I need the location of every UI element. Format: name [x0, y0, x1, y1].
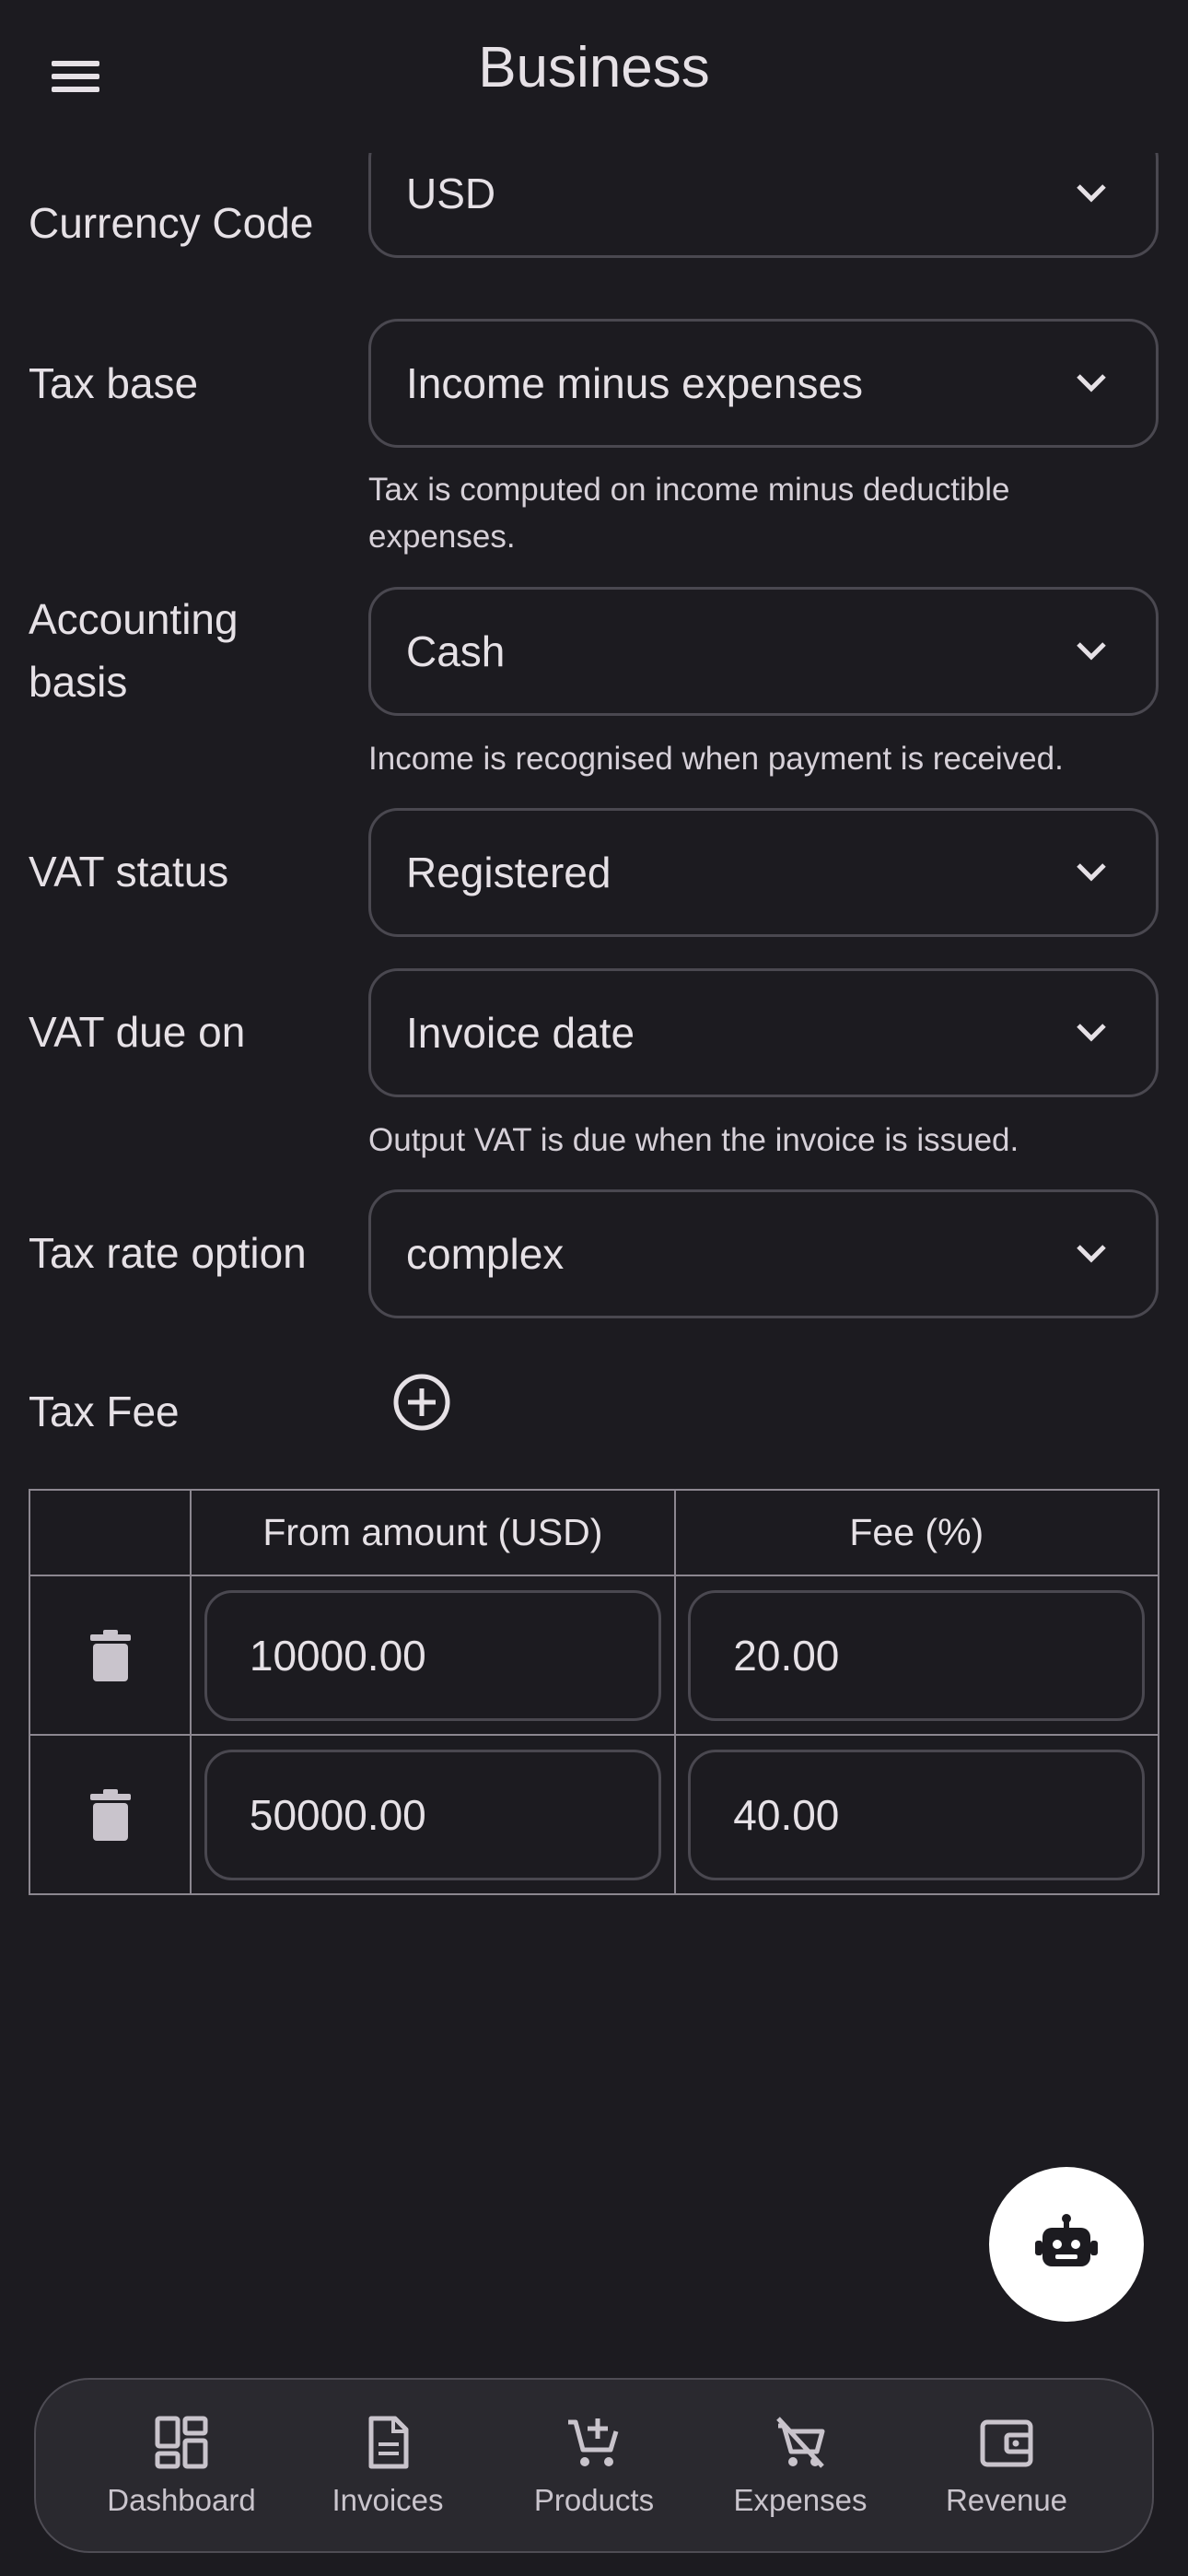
chevron-down-icon [1077, 1024, 1106, 1042]
tax-base-label: Tax base [29, 359, 199, 407]
nav-label-invoices: Invoices [332, 2483, 444, 2517]
accounting-basis-helper: Income is recognised when payment is rec… [368, 741, 1064, 777]
robot-icon [1035, 2214, 1098, 2266]
vat-status-select[interactable]: Registered [368, 808, 1159, 937]
fee-input[interactable]: 40.00 [688, 1749, 1146, 1880]
chevron-down-icon [1077, 1245, 1106, 1263]
nav-label-products: Products [533, 2483, 655, 2517]
nav-item-expenses[interactable]: Expenses [708, 2380, 892, 2551]
nav-item-dashboard[interactable]: Dashboard [89, 2380, 274, 2551]
wallet-icon [980, 2419, 1033, 2467]
settings-form: Currency Code USD Tax base Income minus … [0, 153, 1188, 2364]
nav-item-revenue[interactable]: Revenue [914, 2380, 1099, 2551]
accounting-basis-select[interactable]: Cash [368, 587, 1159, 716]
tax-rate-option-select[interactable]: complex [368, 1189, 1159, 1318]
tax-base-helper: Tax is computed on income minus deductib… [368, 472, 1010, 555]
accounting-basis-value: Cash [406, 627, 506, 675]
dashboard-icon [155, 2416, 208, 2469]
tax-rate-option-value: complex [406, 1230, 565, 1278]
invoice-icon [368, 2416, 409, 2469]
app-bar: Business [0, 0, 1188, 153]
column-header-from-amount: From amount (USD) [190, 1489, 676, 1576]
chevron-down-icon [1077, 863, 1106, 882]
chevron-down-icon [1077, 184, 1106, 203]
currency-code-value: USD [406, 170, 496, 217]
column-header-fee: Fee (%) [673, 1489, 1160, 1576]
tax-base-select[interactable]: Income minus expenses [368, 319, 1159, 448]
add-cart-icon [568, 2418, 619, 2466]
fee-cell: 40.00 [673, 1734, 1160, 1895]
fee-value: 40.00 [733, 1790, 840, 1839]
currency-code-label: Currency Code [29, 199, 314, 247]
chevron-down-icon [1077, 642, 1106, 661]
from-amount-value: 50000.00 [249, 1790, 426, 1839]
table-row: 50000.00 40.00 [28, 1734, 1160, 1895]
add-tax-fee-button[interactable] [392, 1373, 451, 1432]
from-amount-cell: 10000.00 [190, 1575, 676, 1736]
bottom-navigation: Dashboard Invoices Products Expenses Rev… [34, 2378, 1154, 2553]
nav-label-expenses: Expenses [733, 2483, 868, 2517]
delete-cell [28, 1734, 192, 1895]
accounting-basis-label: Accounting basis [29, 588, 239, 713]
accounting-basis-label-line1: Accounting [29, 595, 239, 643]
tax-fee-label: Tax Fee [29, 1388, 180, 1435]
accounting-basis-label-line2: basis [29, 658, 128, 706]
tax-base-value: Income minus expenses [406, 359, 864, 407]
fee-cell: 20.00 [673, 1575, 1160, 1736]
assistant-fab[interactable] [989, 2167, 1144, 2322]
tax-fee-table: From amount (USD) Fee (%) 10000.00 20.00 [28, 1489, 1160, 1895]
tax-rate-option-label: Tax rate option [29, 1229, 307, 1277]
from-amount-value: 10000.00 [249, 1631, 426, 1680]
trash-icon[interactable] [89, 1788, 131, 1841]
vat-due-on-helper: Output VAT is due when the invoice is is… [368, 1122, 1019, 1158]
remove-cart-icon [776, 2417, 825, 2468]
vat-due-on-select[interactable]: Invoice date [368, 968, 1159, 1097]
chevron-down-icon [1077, 374, 1106, 392]
from-amount-input[interactable]: 10000.00 [204, 1589, 661, 1721]
page-title: Business [478, 36, 710, 100]
from-amount-cell: 50000.00 [190, 1734, 676, 1895]
nav-item-products[interactable]: Products [502, 2380, 686, 2551]
vat-status-label: VAT status [29, 848, 229, 896]
trash-icon[interactable] [89, 1629, 131, 1681]
vat-due-on-value: Invoice date [406, 1009, 635, 1057]
nav-item-invoices[interactable]: Invoices [296, 2380, 480, 2551]
add-circle-icon [393, 1374, 450, 1431]
nav-label-revenue: Revenue [945, 2483, 1068, 2517]
table-header-row: From amount (USD) Fee (%) [28, 1489, 1160, 1576]
table-row: 10000.00 20.00 [28, 1575, 1160, 1736]
vat-status-value: Registered [406, 849, 611, 896]
column-header-actions [28, 1489, 192, 1576]
vat-due-on-label: VAT due on [29, 1008, 246, 1056]
delete-cell [28, 1575, 192, 1736]
nav-label-dashboard: Dashboard [107, 2483, 256, 2517]
fee-input[interactable]: 20.00 [688, 1589, 1146, 1721]
from-amount-input[interactable]: 50000.00 [204, 1749, 661, 1880]
fee-value: 20.00 [733, 1631, 840, 1680]
currency-code-select[interactable]: USD [368, 153, 1159, 258]
